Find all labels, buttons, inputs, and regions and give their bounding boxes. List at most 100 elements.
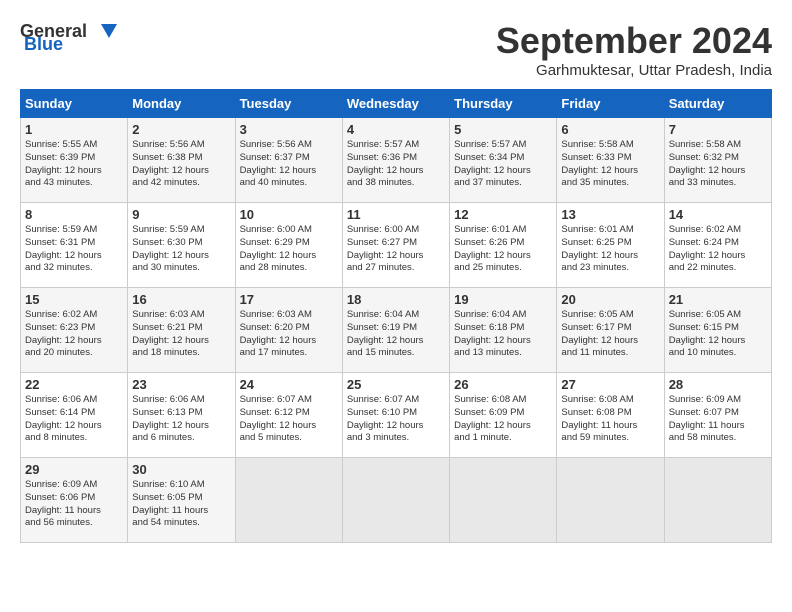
day-content: Sunrise: 6:07 AM Sunset: 6:10 PM Dayligh…	[347, 394, 445, 445]
day-content: Sunrise: 6:00 AM Sunset: 6:27 PM Dayligh…	[347, 224, 445, 275]
day-content: Sunrise: 6:03 AM Sunset: 6:21 PM Dayligh…	[132, 309, 230, 360]
day-number: 28	[669, 377, 767, 392]
day-content: Sunrise: 6:08 AM Sunset: 6:09 PM Dayligh…	[454, 394, 552, 445]
day-content: Sunrise: 6:06 AM Sunset: 6:14 PM Dayligh…	[25, 394, 123, 445]
day-content: Sunrise: 6:02 AM Sunset: 6:24 PM Dayligh…	[669, 224, 767, 275]
day-number: 15	[25, 292, 123, 307]
calendar-cell	[557, 458, 664, 543]
col-monday: Monday	[128, 90, 235, 118]
day-content: Sunrise: 5:58 AM Sunset: 6:32 PM Dayligh…	[669, 139, 767, 190]
col-thursday: Thursday	[450, 90, 557, 118]
calendar-cell: 19Sunrise: 6:04 AM Sunset: 6:18 PM Dayli…	[450, 288, 557, 373]
day-content: Sunrise: 5:55 AM Sunset: 6:39 PM Dayligh…	[25, 139, 123, 190]
calendar-cell: 29Sunrise: 6:09 AM Sunset: 6:06 PM Dayli…	[21, 458, 128, 543]
calendar-cell: 21 Sunrise: 6:05 AM Sunset: 6:15 PM Dayli…	[664, 288, 771, 373]
day-number: 24	[240, 377, 338, 392]
day-content: Sunrise: 5:56 AM Sunset: 6:38 PM Dayligh…	[132, 139, 230, 190]
day-content: Sunrise: 6:01 AM Sunset: 6:26 PM Dayligh…	[454, 224, 552, 275]
day-content: Sunrise: 5:56 AM Sunset: 6:37 PM Dayligh…	[240, 139, 338, 190]
day-number: 4	[347, 122, 445, 137]
day-number: 14	[669, 207, 767, 222]
day-number: 6	[561, 122, 659, 137]
calendar-row: 29Sunrise: 6:09 AM Sunset: 6:06 PM Dayli…	[21, 458, 772, 543]
day-content: Sunrise: 6:07 AM Sunset: 6:12 PM Dayligh…	[240, 394, 338, 445]
calendar-cell: 2 Sunrise: 5:56 AM Sunset: 6:38 PM Daylig…	[128, 118, 235, 203]
day-number: 21	[669, 292, 767, 307]
calendar-row: 22 Sunrise: 6:06 AM Sunset: 6:14 PM Dayli…	[21, 373, 772, 458]
calendar-cell: 11 Sunrise: 6:00 AM Sunset: 6:27 PM Dayli…	[342, 203, 449, 288]
day-content: Sunrise: 6:02 AM Sunset: 6:23 PM Dayligh…	[25, 309, 123, 360]
calendar-cell	[235, 458, 342, 543]
day-number: 10	[240, 207, 338, 222]
calendar-cell: 20 Sunrise: 6:05 AM Sunset: 6:17 PM Dayli…	[557, 288, 664, 373]
calendar-cell: 6 Sunrise: 5:58 AM Sunset: 6:33 PM Daylig…	[557, 118, 664, 203]
day-number: 9	[132, 207, 230, 222]
header-row: Sunday Monday Tuesday Wednesday Thursday…	[21, 90, 772, 118]
day-content: Sunrise: 6:08 AM Sunset: 6:08 PM Dayligh…	[561, 394, 659, 445]
day-number: 18	[347, 292, 445, 307]
logo-icon	[87, 20, 119, 42]
day-content: Sunrise: 6:10 AM Sunset: 6:05 PM Dayligh…	[132, 479, 230, 530]
calendar-row: 8 Sunrise: 5:59 AM Sunset: 6:31 PM Daylig…	[21, 203, 772, 288]
calendar-cell: 16Sunrise: 6:03 AM Sunset: 6:21 PM Dayli…	[128, 288, 235, 373]
calendar-cell: 1 Sunrise: 5:55 AM Sunset: 6:39 PM Daylig…	[21, 118, 128, 203]
month-title: September 2024	[496, 20, 772, 62]
calendar-cell: 28 Sunrise: 6:09 AM Sunset: 6:07 PM Dayli…	[664, 373, 771, 458]
calendar-cell	[450, 458, 557, 543]
day-content: Sunrise: 5:59 AM Sunset: 6:31 PM Dayligh…	[25, 224, 123, 275]
calendar-cell: 15 Sunrise: 6:02 AM Sunset: 6:23 PM Dayli…	[21, 288, 128, 373]
calendar-cell: 3 Sunrise: 5:56 AM Sunset: 6:37 PM Daylig…	[235, 118, 342, 203]
calendar-cell: 5Sunrise: 5:57 AM Sunset: 6:34 PM Daylig…	[450, 118, 557, 203]
day-number: 17	[240, 292, 338, 307]
calendar-cell: 12 Sunrise: 6:01 AM Sunset: 6:26 PM Dayli…	[450, 203, 557, 288]
day-number: 3	[240, 122, 338, 137]
calendar-cell	[664, 458, 771, 543]
day-number: 12	[454, 207, 552, 222]
logo: General Blue	[20, 20, 119, 55]
day-number: 11	[347, 207, 445, 222]
day-number: 30	[132, 462, 230, 477]
calendar-cell: 17 Sunrise: 6:03 AM Sunset: 6:20 PM Dayli…	[235, 288, 342, 373]
day-content: Sunrise: 6:05 AM Sunset: 6:17 PM Dayligh…	[561, 309, 659, 360]
calendar-cell: 4 Sunrise: 5:57 AM Sunset: 6:36 PM Daylig…	[342, 118, 449, 203]
day-content: Sunrise: 6:06 AM Sunset: 6:13 PM Dayligh…	[132, 394, 230, 445]
day-content: Sunrise: 6:05 AM Sunset: 6:15 PM Dayligh…	[669, 309, 767, 360]
col-sunday: Sunday	[21, 90, 128, 118]
col-tuesday: Tuesday	[235, 90, 342, 118]
calendar-row: 1 Sunrise: 5:55 AM Sunset: 6:39 PM Daylig…	[21, 118, 772, 203]
day-content: Sunrise: 5:59 AM Sunset: 6:30 PM Dayligh…	[132, 224, 230, 275]
calendar-cell: 26 Sunrise: 6:08 AM Sunset: 6:09 PM Dayli…	[450, 373, 557, 458]
day-content: Sunrise: 6:09 AM Sunset: 6:06 PM Dayligh…	[25, 479, 123, 530]
day-number: 8	[25, 207, 123, 222]
calendar-cell: 10 Sunrise: 6:00 AM Sunset: 6:29 PM Dayli…	[235, 203, 342, 288]
day-number: 13	[561, 207, 659, 222]
calendar-cell: 27 Sunrise: 6:08 AM Sunset: 6:08 PM Dayli…	[557, 373, 664, 458]
day-content: Sunrise: 6:04 AM Sunset: 6:19 PM Dayligh…	[347, 309, 445, 360]
day-content: Sunrise: 5:57 AM Sunset: 6:36 PM Dayligh…	[347, 139, 445, 190]
header: General Blue September 2024 Garhmuktesar…	[20, 20, 772, 79]
title-area: September 2024 Garhmuktesar, Uttar Prade…	[496, 20, 772, 79]
day-number: 2	[132, 122, 230, 137]
day-number: 7	[669, 122, 767, 137]
day-content: Sunrise: 6:09 AM Sunset: 6:07 PM Dayligh…	[669, 394, 767, 445]
day-number: 26	[454, 377, 552, 392]
day-number: 1	[25, 122, 123, 137]
calendar-cell: 13Sunrise: 6:01 AM Sunset: 6:25 PM Dayli…	[557, 203, 664, 288]
calendar-cell: 18 Sunrise: 6:04 AM Sunset: 6:19 PM Dayli…	[342, 288, 449, 373]
day-number: 27	[561, 377, 659, 392]
day-number: 25	[347, 377, 445, 392]
calendar-cell: 7 Sunrise: 5:58 AM Sunset: 6:32 PM Daylig…	[664, 118, 771, 203]
col-friday: Friday	[557, 90, 664, 118]
calendar-cell: 22 Sunrise: 6:06 AM Sunset: 6:14 PM Dayli…	[21, 373, 128, 458]
calendar-cell: 25 Sunrise: 6:07 AM Sunset: 6:10 PM Dayli…	[342, 373, 449, 458]
day-number: 22	[25, 377, 123, 392]
calendar-table: Sunday Monday Tuesday Wednesday Thursday…	[20, 89, 772, 543]
day-number: 20	[561, 292, 659, 307]
logo-blue: Blue	[24, 34, 63, 55]
col-wednesday: Wednesday	[342, 90, 449, 118]
calendar-cell: 9 Sunrise: 5:59 AM Sunset: 6:30 PM Daylig…	[128, 203, 235, 288]
day-content: Sunrise: 5:58 AM Sunset: 6:33 PM Dayligh…	[561, 139, 659, 190]
day-content: Sunrise: 6:03 AM Sunset: 6:20 PM Dayligh…	[240, 309, 338, 360]
day-content: Sunrise: 6:00 AM Sunset: 6:29 PM Dayligh…	[240, 224, 338, 275]
day-number: 19	[454, 292, 552, 307]
